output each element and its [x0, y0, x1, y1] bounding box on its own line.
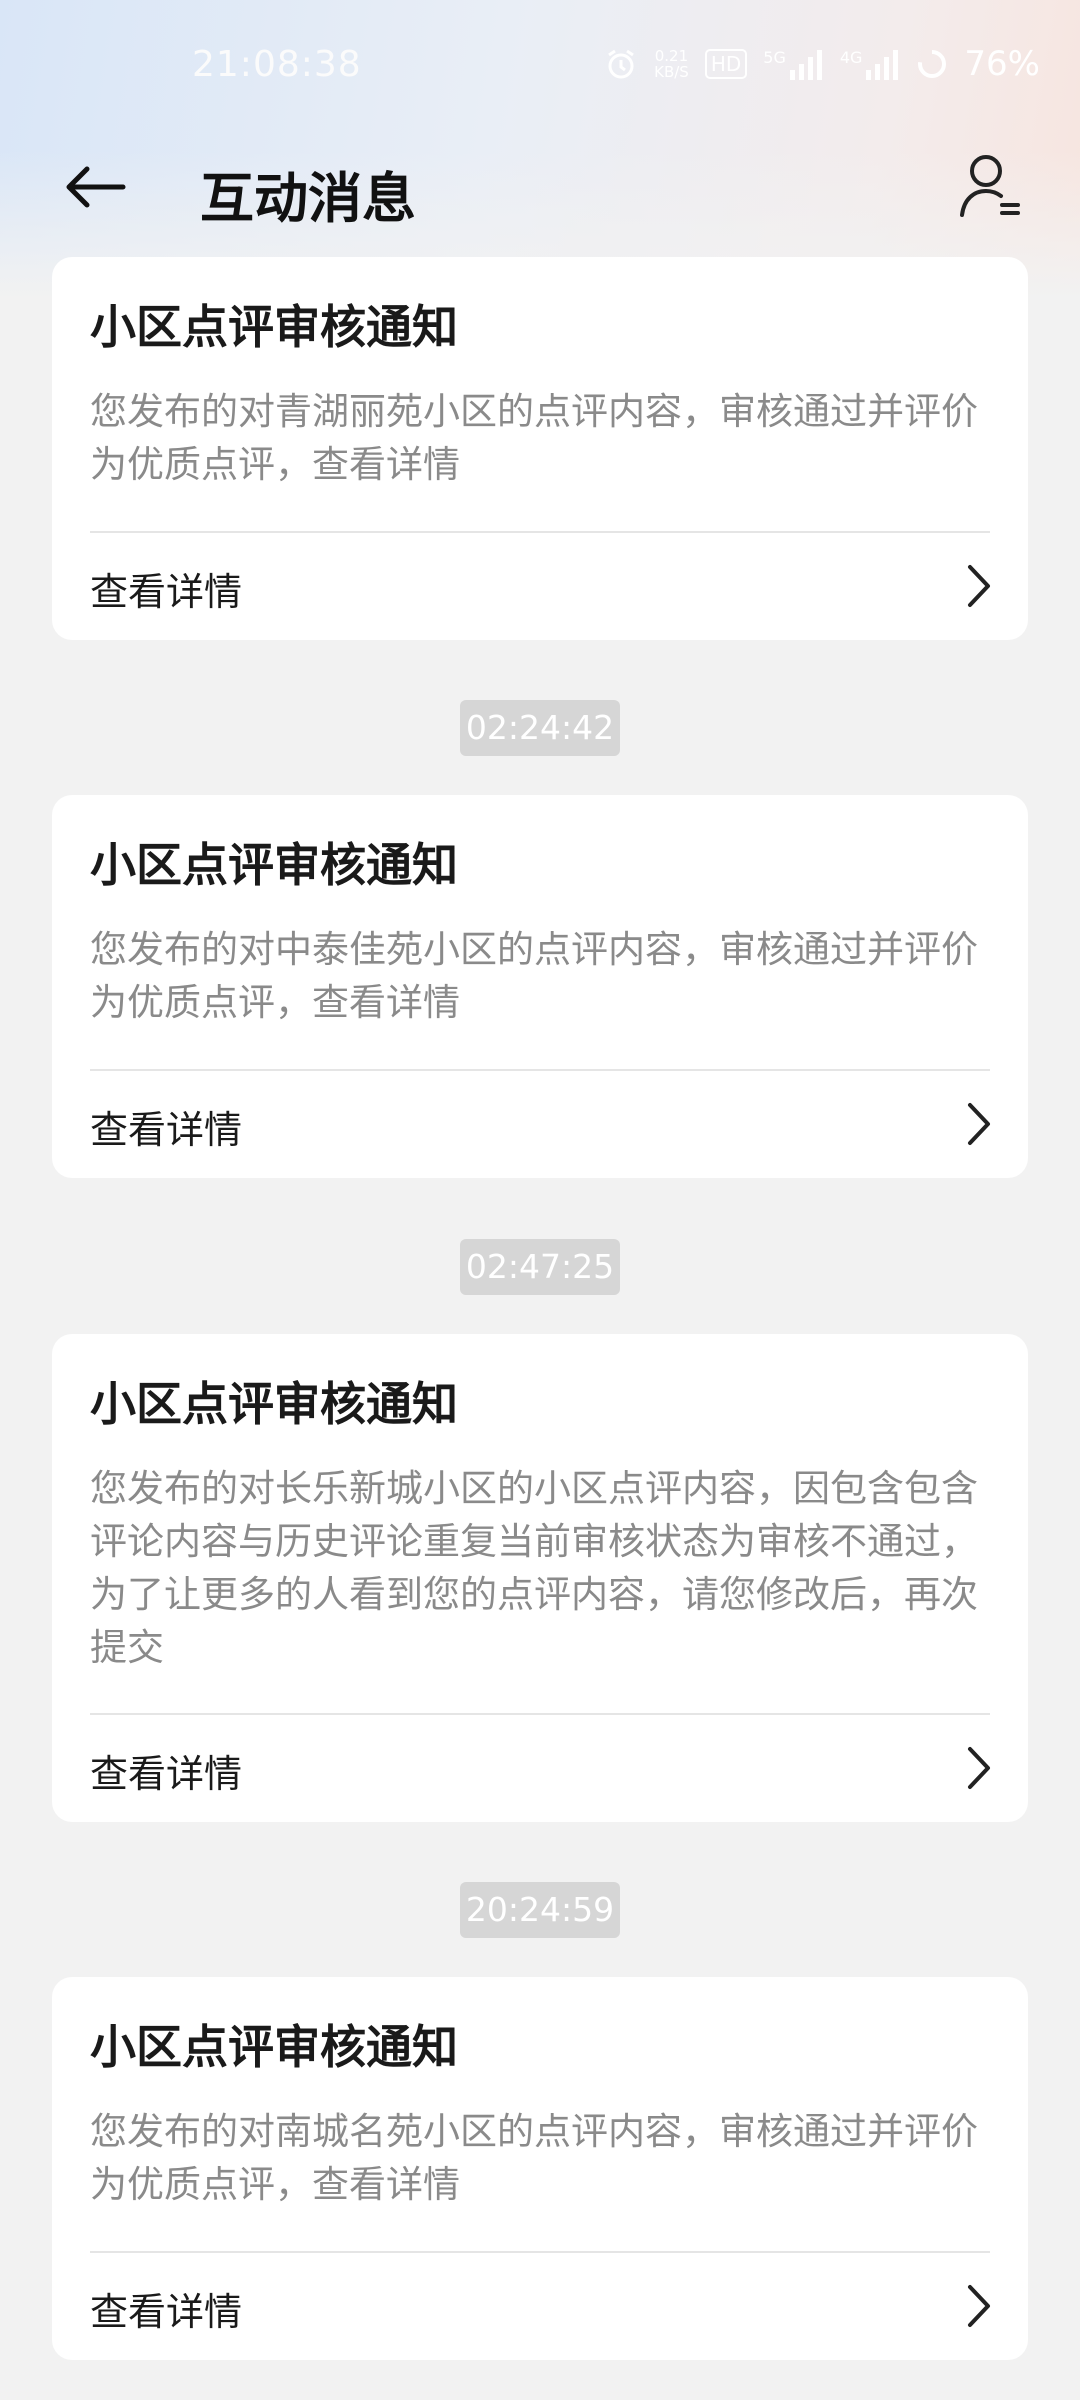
battery-percent: 76%	[964, 44, 1040, 84]
chevron-right-icon	[968, 1103, 990, 1145]
message-body: 您发布的对长乐新城小区的小区点评内容，因包含包含评论内容与历史评论重复当前审核状…	[90, 1467, 978, 1669]
time-separator: 20:24:59	[460, 1882, 620, 1938]
message-title: 小区点评审核通知	[90, 1377, 458, 1431]
message-body: 您发布的对中泰佳苑小区的点评内容，审核通过并评价为优质点评，查看详情	[90, 928, 978, 1024]
message-card: 小区点评审核通知 您发布的对青湖丽苑小区的点评内容，审核通过并评价为优质点评，查…	[52, 257, 1028, 640]
net-speed-unit: KB/S	[654, 63, 689, 81]
profile-button[interactable]	[952, 148, 1028, 224]
message-card: 小区点评审核通知 您发布的对南城名苑小区的点评内容，审核通过并评价为优质点评，查…	[52, 1977, 1028, 2360]
alarm-icon	[604, 47, 638, 81]
view-details-row[interactable]: 查看详情	[52, 1071, 1028, 1177]
page-title: 互动消息	[200, 167, 416, 230]
status-icons: 0.21 KB/S HD 5G 4G 76%	[604, 44, 1040, 84]
view-details-label: 查看详情	[90, 1108, 243, 1152]
message-card: 小区点评审核通知 您发布的对长乐新城小区的小区点评内容，因包含包含评论内容与历史…	[52, 1334, 1028, 1822]
message-body: 您发布的对青湖丽苑小区的点评内容，审核通过并评价为优质点评，查看详情	[90, 390, 978, 486]
arrow-left-icon	[66, 166, 126, 208]
time-separator: 02:47:25	[460, 1239, 620, 1295]
view-details-label: 查看详情	[90, 2290, 243, 2334]
status-time: 21:08:38	[192, 44, 362, 85]
signal-5g-icon: 5G	[763, 48, 824, 80]
status-bar: 21:08:38 0.21 KB/S HD 5G 4G 76%	[0, 0, 1080, 130]
message-card: 小区点评审核通知 您发布的对中泰佳苑小区的点评内容，审核通过并评价为优质点评，查…	[52, 795, 1028, 1178]
view-details-row[interactable]: 查看详情	[52, 2253, 1028, 2359]
view-details-row[interactable]: 查看详情	[52, 533, 1028, 639]
signal-5g-label: 5G	[763, 48, 786, 67]
chevron-right-icon	[968, 565, 990, 607]
back-button[interactable]	[60, 152, 130, 222]
view-details-row[interactable]: 查看详情	[52, 1715, 1028, 1821]
message-title: 小区点评审核通知	[90, 2020, 458, 2074]
user-settings-icon	[960, 155, 1020, 217]
net-speed-value: 0.21	[654, 47, 689, 65]
time-separator: 02:24:42	[460, 700, 620, 756]
signal-4g-icon: 4G	[840, 48, 901, 80]
view-details-label: 查看详情	[90, 1752, 243, 1796]
message-title: 小区点评审核通知	[90, 300, 458, 354]
view-details-label: 查看详情	[90, 570, 243, 614]
net-speed: 0.21 KB/S	[654, 48, 689, 80]
app-bar: 互动消息	[0, 130, 1080, 240]
message-title: 小区点评审核通知	[90, 838, 458, 892]
battery-ring-icon	[916, 48, 948, 80]
chevron-right-icon	[968, 2285, 990, 2327]
hd-icon: HD	[704, 49, 748, 79]
chevron-right-icon	[968, 1747, 990, 1789]
signal-4g-label: 4G	[839, 48, 863, 67]
message-body: 您发布的对南城名苑小区的点评内容，审核通过并评价为优质点评，查看详情	[90, 2110, 978, 2206]
